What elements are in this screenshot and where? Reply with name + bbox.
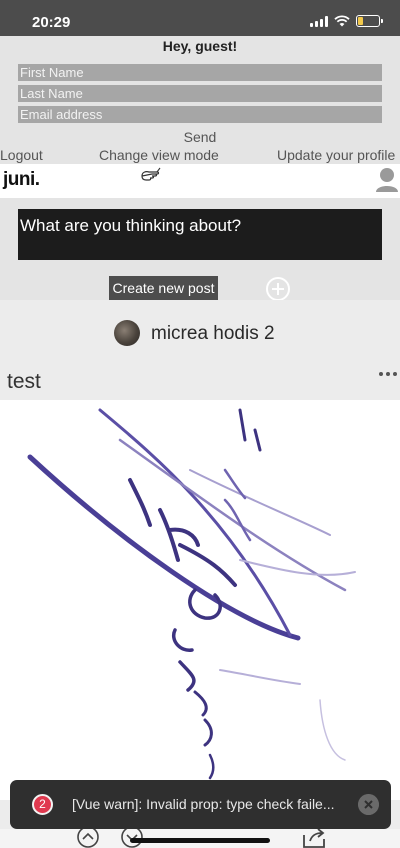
app-logo[interactable]: juni.: [3, 169, 40, 191]
status-bar: 20:29: [0, 0, 400, 36]
status-icons: [310, 15, 383, 27]
post-image: [0, 400, 400, 800]
create-post-button[interactable]: Create new post: [109, 276, 218, 300]
error-toast[interactable]: 2 [Vue warn]: Invalid prop: type check f…: [10, 780, 391, 829]
email-field[interactable]: [18, 106, 382, 123]
author-name[interactable]: micrea hodis 2: [151, 323, 275, 345]
wifi-icon: [334, 15, 350, 27]
logout-link[interactable]: Logout: [0, 147, 43, 163]
update-profile-link[interactable]: Update your profile: [277, 147, 395, 163]
close-icon[interactable]: [358, 794, 379, 815]
change-view-mode-link[interactable]: Change view mode: [99, 147, 219, 163]
avatar[interactable]: [114, 320, 140, 346]
more-dots-icon[interactable]: [379, 372, 397, 376]
status-time: 20:29: [32, 14, 71, 31]
greeting: Hey, guest!: [162, 38, 238, 54]
user-avatar-icon[interactable]: [376, 166, 398, 192]
post-input[interactable]: What are you thinking about?: [18, 209, 382, 260]
account-menu: Logout Change view mode Update your prof…: [0, 147, 400, 164]
post-feed: micrea hodis 2 test: [0, 300, 400, 848]
guest-form-panel: Hey, guest! Send Logout Change view mode…: [0, 36, 400, 164]
post-composer: What are you thinking about? Create new …: [0, 198, 400, 302]
chevron-up-icon[interactable]: [76, 829, 100, 848]
app-header: juni.: [0, 164, 400, 198]
last-name-field[interactable]: [18, 85, 382, 102]
post-author-row[interactable]: micrea hodis 2: [0, 318, 400, 350]
send-button[interactable]: Send: [0, 129, 400, 145]
battery-level: [358, 17, 363, 25]
share-icon[interactable]: [300, 829, 328, 848]
hand-pointer-icon[interactable]: [140, 167, 162, 185]
error-count-badge: 2: [32, 794, 53, 815]
first-name-field[interactable]: [18, 64, 382, 81]
post-title: test: [7, 370, 41, 393]
home-indicator: [130, 838, 270, 843]
toast-message: [Vue warn]: Invalid prop: type check fai…: [72, 796, 335, 812]
plus-circle-icon[interactable]: [265, 276, 291, 302]
cellular-signal-icon: [310, 15, 328, 27]
battery-icon: [356, 15, 383, 27]
